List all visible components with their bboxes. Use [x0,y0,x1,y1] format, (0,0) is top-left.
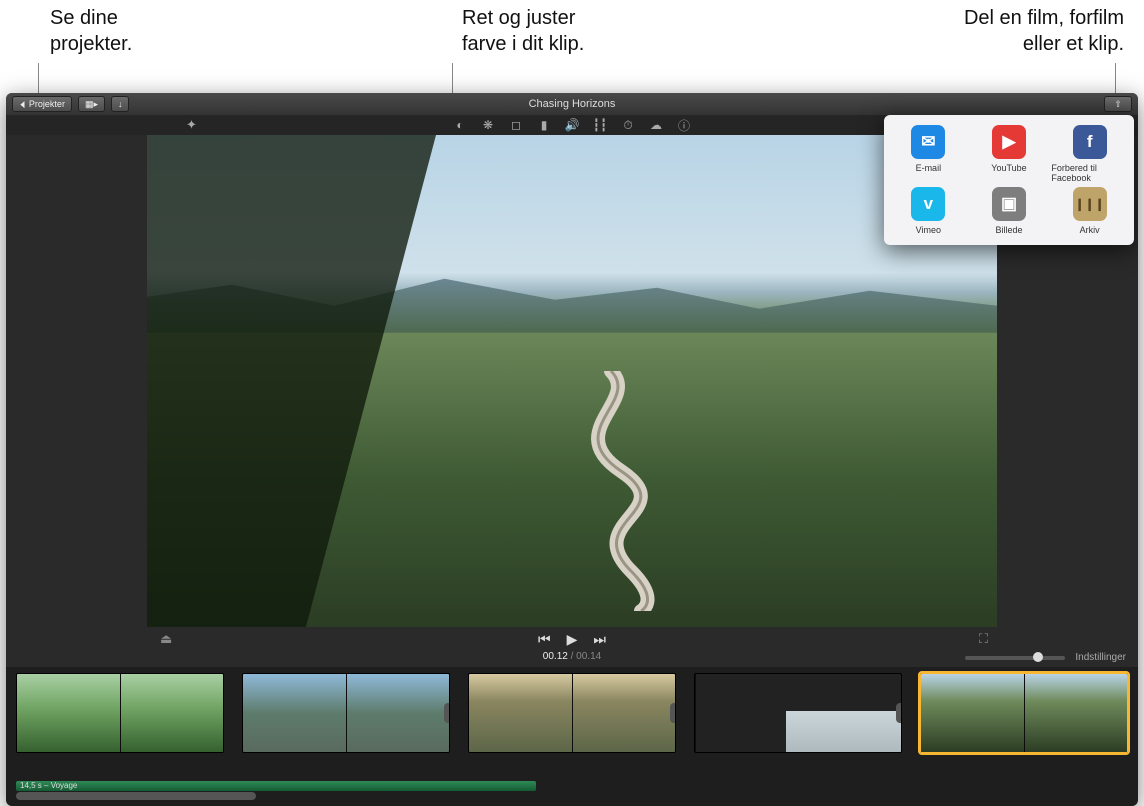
timeline-clip[interactable]: ⇆ [468,673,676,753]
timecode-current: 00.12 [543,651,568,662]
voiceover-icon[interactable]: ⏏ [160,631,172,647]
scene-road [521,371,711,611]
callout-text: eller et klip. [1023,33,1124,55]
speed-icon[interactable]: ⏱ [621,118,635,132]
share-item-label: Forbered til Facebook [1051,163,1128,183]
project-title: Chasing Horizons [6,98,1138,110]
preview-frame [147,135,997,627]
share-item-label: Arkiv [1080,225,1100,235]
download-icon: ↓ [118,99,123,109]
zoom-slider-thumb[interactable] [1033,652,1043,662]
annotation-callouts: Se dine projekter. Ret og juster farve i… [0,0,1144,96]
projects-button[interactable]: ◀ Projekter [12,96,72,112]
projects-button-label: Projekter [29,99,65,109]
import-button[interactable]: ↓ [111,96,130,112]
share-item-vimeo[interactable]: v Vimeo [890,187,967,235]
share-item-file[interactable]: ❙❙❙ Arkiv [1051,187,1128,235]
transition-icon[interactable]: ⇆ [896,703,902,723]
transition-icon[interactable]: ⇆ [670,703,676,723]
callout-text: Ret og juster [462,7,575,29]
scrollbar-thumb[interactable] [16,792,256,800]
imovie-window: ◀ Projekter ▦▸ ↓ Chasing Horizons ⇧ ✦ ◐ … [6,93,1138,806]
filter-icon[interactable]: ☁ [649,118,663,132]
magic-wand-icon[interactable]: ✦ [186,117,197,133]
share-item-label: Vimeo [916,225,941,235]
timeline: ⇆ ⇆ ⇆ [6,673,1138,773]
timeline-toolbar: Indstillinger [965,652,1126,663]
next-button[interactable]: ⏭ [593,631,606,648]
callout-text: Del en film, forfilm [964,7,1124,29]
file-icon: ❙❙❙ [1073,187,1107,221]
scene-foreground-shadow [147,135,436,627]
media-library-button[interactable]: ▦▸ [78,96,105,112]
fullscreen-icon[interactable]: ⛶ [979,631,988,647]
share-item-label: E-mail [916,163,942,173]
library-icon: ▦▸ [85,99,98,110]
timeline-clip[interactable] [16,673,224,753]
callout-color: Ret og juster farve i dit klip. [462,5,584,57]
timeline-clip[interactable]: ⇆ [242,673,450,753]
email-icon: ✉ [911,125,945,159]
audio-track[interactable]: 14,5 s – Voyage [16,781,536,791]
share-item-email[interactable]: ✉ E-mail [890,125,967,183]
timeline-clips: ⇆ ⇆ ⇆ [16,673,1128,753]
volume-icon[interactable]: 🔊 [565,118,579,132]
vimeo-icon: v [911,187,945,221]
timecode-sep: / [568,651,576,662]
window-toolbar: ◀ Projekter ▦▸ ↓ Chasing Horizons ⇧ [6,93,1138,115]
share-item-label: YouTube [991,163,1026,173]
settings-button[interactable]: Indstillinger [1075,652,1126,663]
share-item-image[interactable]: ▣ Billede [971,187,1048,235]
share-item-label: Billede [995,225,1022,235]
color-balance-icon[interactable]: ◐ [453,118,467,132]
stabilize-icon[interactable]: ▮ [537,118,551,132]
share-item-youtube[interactable]: ▶ YouTube [971,125,1048,183]
callout-text: projekter. [50,33,132,55]
share-item-facebook[interactable]: f Forbered til Facebook [1051,125,1128,183]
callout-projects: Se dine projekter. [50,5,132,57]
crop-icon[interactable]: ◻ [509,118,523,132]
chevron-left-icon: ◀ [20,99,24,110]
transition-icon[interactable]: ⇆ [444,703,450,723]
timeline-clip[interactable]: ⇆ [694,673,902,753]
prev-button[interactable]: ⏮ [538,631,551,648]
share-popover: ✉ E-mail ▶ YouTube f Forbered til Facebo… [884,115,1134,245]
timecode-total: 00.14 [576,651,601,662]
play-button[interactable]: ▶ [567,631,578,648]
timeline-clip-selected[interactable] [920,673,1128,753]
image-icon: ▣ [992,187,1026,221]
timeline-scrollbar[interactable] [16,792,1128,802]
callout-text: farve i dit klip. [462,33,584,55]
zoom-slider[interactable] [965,656,1065,660]
info-icon[interactable]: ⓘ [677,118,691,132]
facebook-icon: f [1073,125,1107,159]
callout-share: Del en film, forfilm eller et klip. [964,5,1124,57]
transport-controls: ⏏ ⏮ ▶ ⏭ ⛶ [6,627,1138,651]
callout-text: Se dine [50,7,118,29]
youtube-icon: ▶ [992,125,1026,159]
noise-reduce-icon[interactable]: ┇┇ [593,118,607,132]
color-wheel-icon[interactable]: ❋ [481,118,495,132]
audio-track-label: 14,5 s – Voyage [20,781,77,790]
